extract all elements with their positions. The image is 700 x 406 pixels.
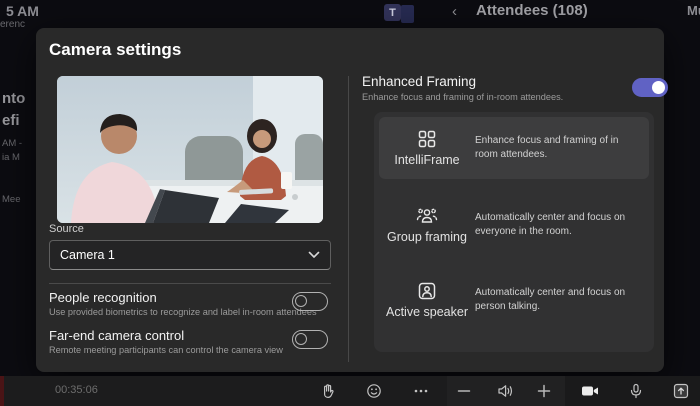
attendees-panel-title: Attendees (108) (476, 2, 588, 19)
camera-icon[interactable] (581, 383, 598, 399)
divider (49, 283, 331, 284)
option-label: Group framing (387, 230, 467, 244)
enhanced-framing-label: Enhanced Framing (362, 74, 477, 89)
far-end-camera-toggle[interactable] (292, 330, 328, 349)
backdrop-text-fragment: Mee (2, 194, 21, 205)
teams-logo-icon: T (384, 4, 401, 21)
option-active-speaker[interactable]: Active speaker Automatically center and … (379, 267, 649, 333)
back-chevron-icon[interactable]: ‹ (452, 3, 457, 20)
speaker-icon[interactable] (497, 383, 513, 399)
camera-source-dropdown[interactable]: Camera 1 (49, 240, 331, 270)
more-icon[interactable] (413, 383, 429, 399)
option-description: Automatically center and focus on person… (475, 286, 626, 313)
share-screen-icon[interactable] (673, 383, 689, 399)
minus-icon[interactable] (456, 383, 472, 399)
option-description: Enhance focus and framing of in room att… (475, 134, 619, 161)
chevron-down-icon (308, 251, 320, 258)
backdrop-text-fragment: nto (2, 90, 26, 107)
clock-time-partial: 5 AM (6, 3, 39, 19)
emoji-icon[interactable] (366, 383, 382, 399)
backdrop-text-fragment: ia M (2, 152, 20, 163)
raise-hand-icon[interactable] (320, 383, 336, 399)
backdrop-text-fragment: AM - (2, 138, 23, 149)
toggle-knob (295, 294, 307, 307)
people-recognition-toggle[interactable] (292, 292, 328, 311)
conference-name-partial: erenc (0, 19, 26, 30)
option-group-framing[interactable]: Group framing Automatically center and f… (379, 187, 649, 263)
toggle-knob (652, 81, 665, 95)
divider (348, 76, 349, 362)
camera-settings-dialog: Camera settings Source Camera 1 People r… (36, 28, 668, 372)
source-label: Source (49, 223, 84, 235)
camera-preview (57, 76, 323, 223)
person-frame-icon (417, 281, 437, 301)
meeting-timer: 00:35:06 (55, 384, 98, 396)
enhanced-framing-description: Enhance focus and framing of in-room att… (362, 92, 564, 102)
framing-options-panel: IntelliFrame Enhance focus and framing o… (374, 112, 654, 352)
backdrop-text-fragment: efi (2, 112, 20, 129)
plus-icon[interactable] (536, 383, 552, 399)
edge-accent (0, 376, 4, 406)
camera-source-value: Camera 1 (60, 248, 115, 262)
option-label: Active speaker (386, 305, 468, 319)
option-label: IntelliFrame (394, 153, 460, 167)
toggle-knob (295, 332, 307, 345)
mic-icon[interactable] (628, 383, 644, 399)
enhanced-framing-toggle[interactable] (632, 78, 668, 97)
meeting-top-bar: 5 AM erenc T ‹ Attendees (108) Mut (0, 0, 700, 30)
mute-all-button-partial[interactable]: Mut (687, 3, 700, 18)
intelliframe-grid-icon (417, 129, 437, 149)
teams-meeting-screen: 5 AM erenc T ‹ Attendees (108) Mut nto e… (0, 0, 700, 406)
option-intelliframe[interactable]: IntelliFrame Enhance focus and framing o… (379, 117, 649, 179)
dialog-title: Camera settings (49, 40, 182, 59)
camera-preview-image (57, 76, 323, 223)
option-description: Automatically center and focus on everyo… (475, 211, 626, 238)
teams-logo-shadow (401, 5, 414, 23)
people-group-icon (416, 206, 438, 226)
